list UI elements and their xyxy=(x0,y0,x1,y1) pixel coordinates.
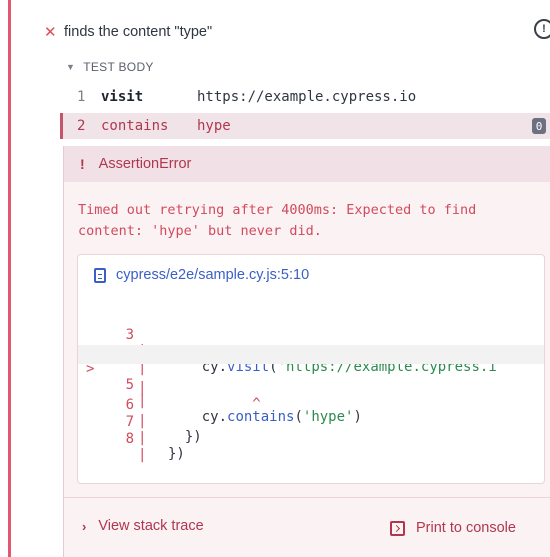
test-body-label: TEST BODY xyxy=(83,60,154,74)
code-line: 4 | xyxy=(78,328,544,376)
error-icon: ! xyxy=(80,156,85,172)
code-snippet: 3 | cy.visit('https://example.cypress.i … xyxy=(78,311,544,463)
command-row-contains[interactable]: 2 contains hype 0 xyxy=(60,113,550,139)
line-pipe: | xyxy=(138,447,147,463)
code-line-highlighted: > 5 | cy.contains('hype') xyxy=(78,345,544,425)
code-line: 6 | }) xyxy=(78,381,544,445)
info-icon[interactable]: ! xyxy=(534,19,550,39)
command-row-visit[interactable]: 1 visit https://example.cypress.io xyxy=(63,84,550,110)
code-line: 3 | cy.visit('https://example.cypress.i xyxy=(78,311,544,375)
error-name: AssertionError xyxy=(98,156,192,172)
command-message: https://example.cypress.io xyxy=(197,89,417,105)
command-name: visit xyxy=(101,89,144,105)
print-to-console-button[interactable]: Print to console xyxy=(390,520,516,536)
error-panel: ! AssertionError Timed out retrying afte… xyxy=(63,146,550,557)
code-line: 8 | xyxy=(78,415,544,463)
code-line: 7 | }) xyxy=(78,398,544,462)
element-count-badge: 0 xyxy=(532,118,546,134)
command-number: 1 xyxy=(77,89,86,105)
error-header: ! AssertionError xyxy=(64,146,550,182)
file-link[interactable]: cypress/e2e/sample.cy.js:5:10 xyxy=(116,267,309,283)
line-number: 8 xyxy=(125,431,134,447)
code-frame: cypress/e2e/sample.cy.js:5:10 3 | cy.vis… xyxy=(77,254,545,484)
test-title: finds the content "type" xyxy=(64,24,213,40)
chevron-down-icon: ▼ xyxy=(66,62,76,72)
terminal-icon xyxy=(390,520,405,536)
command-message: hype xyxy=(197,118,231,134)
view-stack-trace-label: View stack trace xyxy=(98,518,204,534)
x-icon: ✕ xyxy=(44,24,57,41)
divider xyxy=(64,497,550,498)
code-line: | ^ xyxy=(78,364,544,412)
error-message: Timed out retrying after 4000ms: Expecte… xyxy=(78,202,477,239)
view-stack-trace-button[interactable]: › View stack trace xyxy=(82,518,204,534)
file-icon xyxy=(94,267,106,283)
command-number: 2 xyxy=(77,118,86,134)
test-header[interactable]: ✕ finds the content "type" xyxy=(44,22,212,42)
failed-test-indicator xyxy=(8,0,11,557)
test-body-toggle[interactable]: ▼ TEST BODY xyxy=(66,60,154,74)
print-to-console-label: Print to console xyxy=(416,520,516,536)
chevron-right-icon: › xyxy=(82,518,87,534)
line-code: }) xyxy=(168,446,185,462)
file-link-row[interactable]: cypress/e2e/sample.cy.js:5:10 xyxy=(94,267,309,283)
command-name: contains xyxy=(101,118,169,134)
